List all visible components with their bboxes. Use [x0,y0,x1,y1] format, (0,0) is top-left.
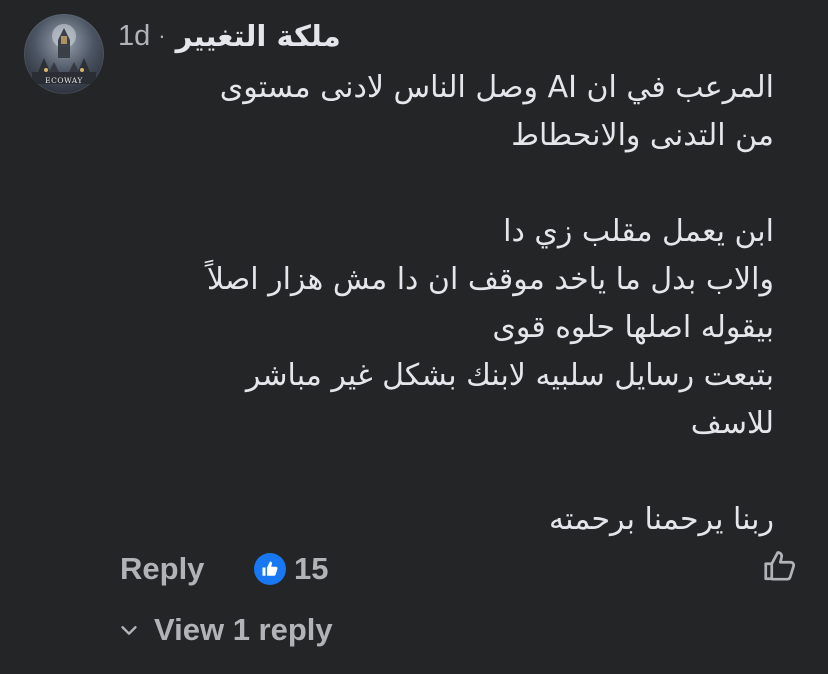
comment-line: بيقوله اصلها حلوه قوى [492,310,774,345]
comment-line: بتبعت رسايل سلبيه لابنك بشكل غير مباشر [245,358,774,393]
avatar[interactable]: ECOWAY [24,14,104,94]
comment-line: ابن يعمل مقلب زي دا [503,214,774,249]
chevron-down-icon [121,626,137,635]
comment-meta: 1d · ملكة التغيير [118,14,341,58]
thumbs-up-outline-icon[interactable] [762,548,798,584]
comment-body: المرعب في ان AI وصل الناس لادنى مستوى من… [114,64,774,544]
comment-author[interactable]: ملكة التغيير [176,19,341,53]
comment-line: من التدنى والانحطاط [511,118,774,153]
comment-line: المرعب في ان AI وصل الناس لادنى مستوى [219,70,774,105]
comment-timestamp[interactable]: 1d [118,20,150,53]
view-replies-link[interactable]: View 1 reply [118,606,333,654]
like-icon [254,553,286,585]
avatar-image: ECOWAY [32,24,96,85]
reply-button[interactable]: Reply [120,551,204,587]
avatar-logo-text: ECOWAY [45,76,83,85]
comment-actions: Reply [120,543,204,595]
comment-line: والاب بدل ما ياخد موقف ان دا مش هزار اصل… [206,262,774,297]
view-replies-label: View 1 reply [154,612,333,647]
comment-line: للاسف [690,406,774,441]
meta-separator: · [158,23,166,48]
reaction-summary[interactable]: 15 [254,548,328,590]
comment-line: ربنا يرحمنا برحمته [548,502,774,537]
reaction-count: 15 [294,551,329,586]
